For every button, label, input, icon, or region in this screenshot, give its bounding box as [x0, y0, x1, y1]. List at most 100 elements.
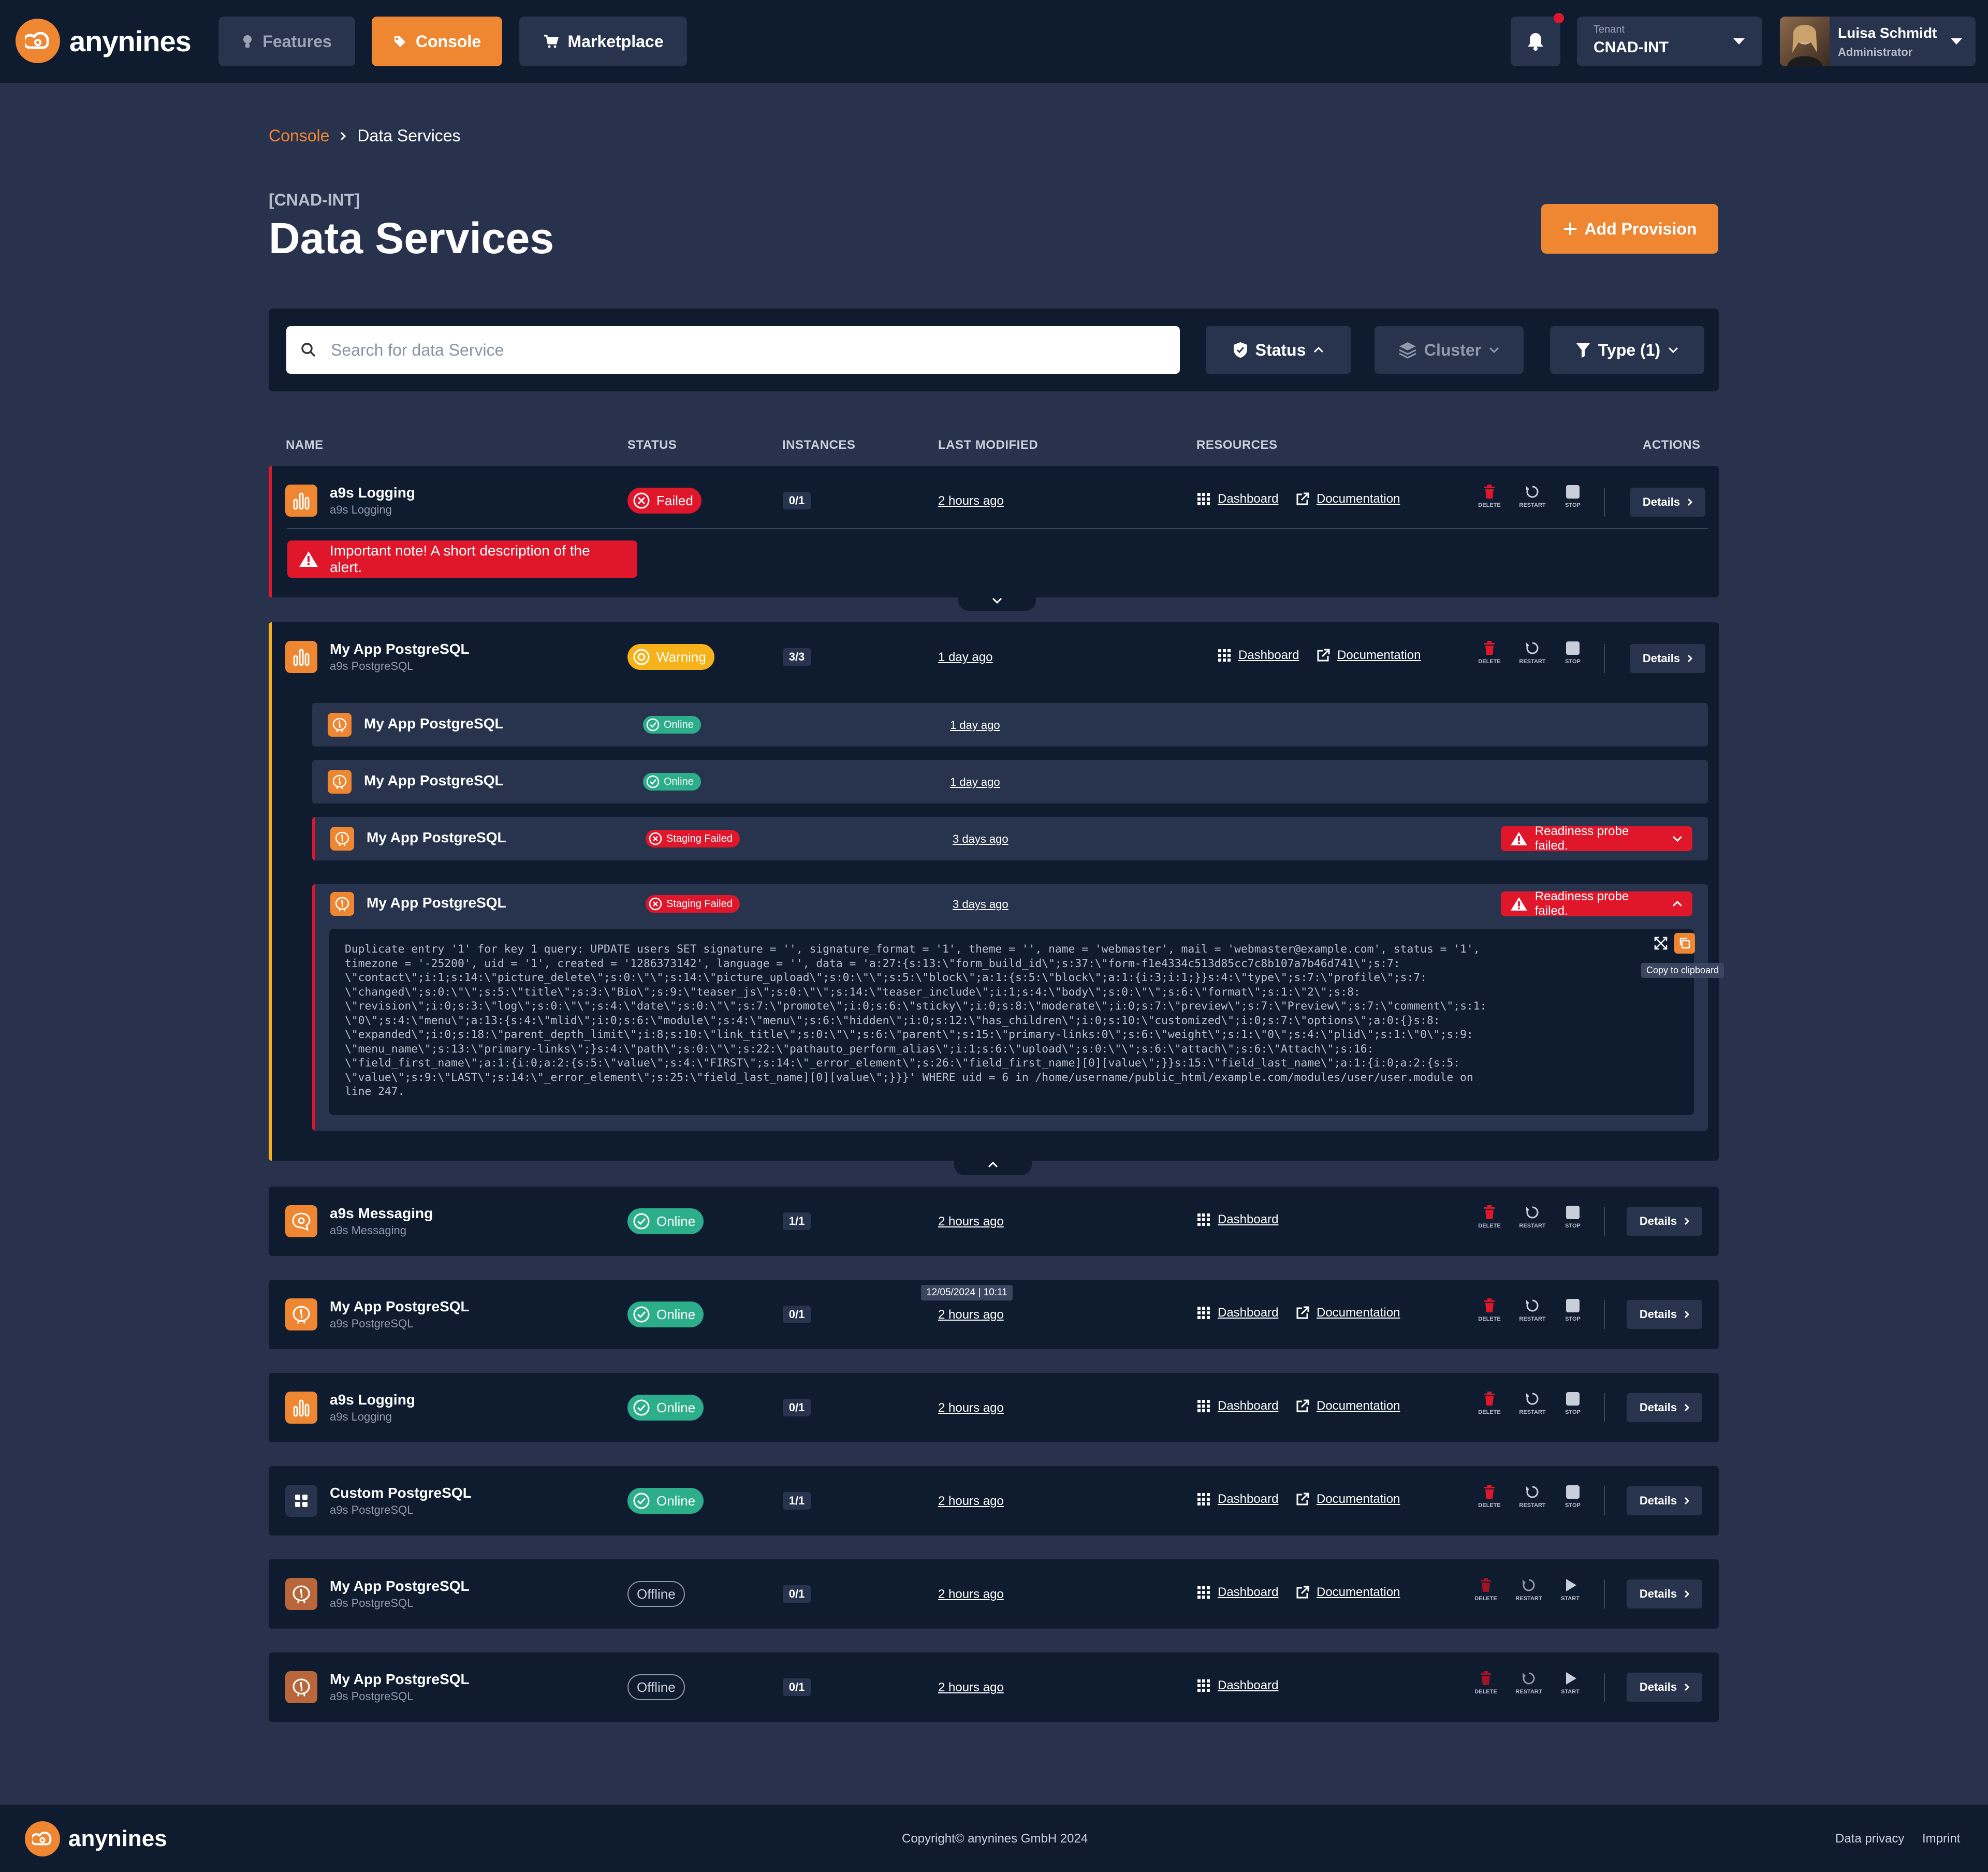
restart-button[interactable]: RESTART	[1517, 641, 1548, 665]
expand-log-button[interactable]	[1651, 934, 1670, 953]
type-filter-button[interactable]: Type (1)	[1550, 326, 1704, 374]
instance-row[interactable]: My App PostgreSQL Staging Failed 3 days …	[312, 817, 1708, 860]
start-button[interactable]: START	[1555, 1671, 1586, 1695]
documentation-link[interactable]: Documentation	[1317, 648, 1421, 663]
restart-button[interactable]: RESTART	[1513, 1578, 1544, 1602]
service-name[interactable]: My App PostgreSQL	[330, 1298, 470, 1315]
details-button[interactable]: Details	[1627, 1300, 1702, 1329]
dashboard-link[interactable]: Dashboard	[1197, 1492, 1278, 1507]
details-button[interactable]: Details	[1627, 1486, 1702, 1515]
restart-button[interactable]: RESTART	[1517, 1205, 1548, 1229]
delete-button[interactable]: DELETE	[1470, 1578, 1501, 1602]
nav-features-button[interactable]: Features	[218, 17, 355, 66]
restart-button[interactable]: RESTART	[1517, 1485, 1548, 1509]
last-modified-link[interactable]: 2 hours ago	[938, 1401, 1004, 1415]
delete-button[interactable]: DELETE	[1474, 485, 1505, 508]
instance-row[interactable]: My App PostgreSQL Staging Failed 3 days …	[312, 884, 1724, 1131]
instance-row[interactable]: My App PostgreSQL Online 1 day ago	[312, 703, 1708, 747]
nav-console-button[interactable]: Console	[372, 17, 502, 66]
details-button[interactable]: Details	[1627, 1207, 1702, 1236]
last-modified-link[interactable]: 2 hours ago	[938, 1215, 1004, 1229]
chevron-right-icon	[341, 131, 346, 140]
last-modified-link[interactable]: 1 day ago	[938, 650, 992, 665]
notifications-button[interactable]	[1511, 17, 1560, 66]
dashboard-link[interactable]: Dashboard	[1218, 648, 1299, 663]
breadcrumb-console-link[interactable]: Console	[269, 126, 329, 145]
cluster-filter-button[interactable]: Cluster	[1375, 326, 1524, 374]
dashboard-link[interactable]: Dashboard	[1197, 1212, 1278, 1227]
details-button[interactable]: Details	[1630, 644, 1705, 673]
restart-button[interactable]: RESTART	[1517, 485, 1548, 508]
instance-count: 1/1	[783, 1492, 811, 1510]
delete-button[interactable]: DELETE	[1474, 1485, 1505, 1509]
dashboard-link[interactable]: Dashboard	[1197, 1585, 1278, 1600]
delete-button[interactable]: DELETE	[1474, 1298, 1505, 1322]
details-button[interactable]: Details	[1627, 1673, 1702, 1702]
collapse-toggle[interactable]	[954, 1154, 1032, 1175]
brand-logo[interactable]: anynines	[16, 19, 192, 63]
dashboard-link[interactable]: Dashboard	[1197, 492, 1278, 506]
stop-button[interactable]: STOP	[1557, 1485, 1588, 1509]
dashboard-link[interactable]: Dashboard	[1197, 1306, 1278, 1320]
documentation-link[interactable]: Documentation	[1296, 1306, 1400, 1320]
dashboard-link[interactable]: Dashboard	[1197, 1678, 1278, 1693]
delete-button[interactable]: DELETE	[1474, 1392, 1505, 1415]
delete-button[interactable]: DELETE	[1470, 1671, 1501, 1695]
last-modified-link[interactable]: 1 day ago	[950, 776, 1000, 789]
readiness-probe-toggle[interactable]: Readiness probe failed.	[1501, 889, 1692, 918]
restart-button[interactable]: RESTART	[1517, 1298, 1548, 1322]
copy-button[interactable]	[1674, 933, 1695, 954]
imprint-link[interactable]: Imprint	[1922, 1832, 1960, 1846]
delete-button[interactable]: DELETE	[1474, 1205, 1505, 1229]
last-modified-link[interactable]: 1 day ago	[950, 719, 1000, 732]
status-filter-button[interactable]: Status	[1206, 326, 1351, 374]
last-modified-link[interactable]: 3 days ago	[953, 898, 1008, 911]
service-name[interactable]: a9s Logging	[330, 485, 415, 501]
instance-row[interactable]: My App PostgreSQL Online 1 day ago	[312, 760, 1708, 803]
documentation-link[interactable]: Documentation	[1296, 492, 1400, 506]
service-name[interactable]: a9s Messaging	[330, 1205, 433, 1222]
stop-button[interactable]: STOP	[1557, 1205, 1588, 1229]
status-label: Warning	[656, 649, 706, 665]
delete-button[interactable]: DELETE	[1474, 641, 1505, 665]
service-type: a9s PostgreSQL	[330, 1317, 414, 1330]
user-menu[interactable]: Luisa Schmidt Administrator	[1780, 17, 1976, 66]
search-box[interactable]	[286, 326, 1180, 374]
add-provision-button[interactable]: Add Provision	[1541, 204, 1718, 254]
documentation-link[interactable]: Documentation	[1296, 1492, 1400, 1507]
readiness-probe-toggle[interactable]: Readiness probe failed.	[1501, 824, 1692, 853]
last-modified-link[interactable]: 2 hours ago	[938, 1587, 1004, 1602]
service-name[interactable]: My App PostgreSQL	[330, 1578, 470, 1595]
last-modified-link[interactable]: 3 days ago	[953, 832, 1008, 846]
stop-button[interactable]: STOP	[1557, 1298, 1588, 1322]
details-button[interactable]: Details	[1630, 488, 1705, 517]
instance-name: My App PostgreSQL	[364, 715, 504, 732]
restart-button[interactable]: RESTART	[1517, 1392, 1548, 1415]
chevron-right-icon	[1685, 1310, 1690, 1319]
stop-button[interactable]: STOP	[1557, 641, 1588, 665]
search-input[interactable]	[331, 340, 1159, 360]
last-modified-link[interactable]: 2 hours ago	[938, 1308, 1004, 1322]
tenant-selector[interactable]: Tenant CNAD-INT	[1577, 17, 1762, 66]
details-button[interactable]: Details	[1627, 1580, 1702, 1608]
stop-button[interactable]: STOP	[1557, 485, 1588, 508]
footer-logo[interactable]: anynines	[25, 1821, 167, 1856]
documentation-link[interactable]: Documentation	[1296, 1399, 1400, 1413]
service-name[interactable]: Custom PostgreSQL	[330, 1485, 472, 1501]
elephant-icon	[330, 827, 354, 851]
details-button[interactable]: Details	[1627, 1393, 1702, 1422]
service-name[interactable]: a9s Logging	[330, 1392, 415, 1408]
last-modified-link[interactable]: 2 hours ago	[938, 1680, 1004, 1695]
start-button[interactable]: START	[1555, 1578, 1586, 1602]
documentation-link[interactable]: Documentation	[1296, 1585, 1400, 1600]
service-name[interactable]: My App PostgreSQL	[330, 1671, 470, 1688]
last-modified-link[interactable]: 2 hours ago	[938, 494, 1004, 508]
dashboard-link[interactable]: Dashboard	[1197, 1399, 1278, 1413]
last-modified-link[interactable]: 2 hours ago	[938, 1494, 1004, 1509]
data-privacy-link[interactable]: Data privacy	[1835, 1832, 1904, 1846]
nav-marketplace-button[interactable]: Marketplace	[519, 17, 687, 66]
expand-toggle[interactable]	[958, 590, 1036, 611]
stop-button[interactable]: STOP	[1557, 1392, 1588, 1415]
service-name[interactable]: My App PostgreSQL	[330, 641, 470, 657]
restart-button[interactable]: RESTART	[1513, 1671, 1544, 1695]
